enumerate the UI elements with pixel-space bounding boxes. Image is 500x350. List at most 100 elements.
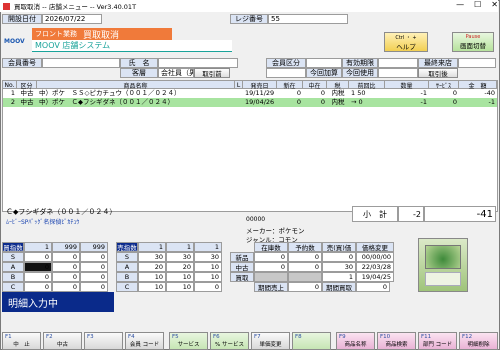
stock-header: 売(買)価 [322, 242, 356, 252]
stock-cell: 0 [288, 252, 322, 262]
item-table: No. 区分 商品名称 L 発売日 新在 中在税前回比 数量 ｻｰﾋﾞｽ金 額 1 中古 中）ポケ … [2, 80, 498, 212]
table-row[interactable]: 2 中古 中）ポケ Ｃ◆フシギダネ（００１／０２４） 19/04/26 0 0 内税 → 0 -… [3, 98, 497, 107]
fkey-number: F8 [295, 334, 302, 340]
help-hint: Ctrl ・ + [395, 34, 417, 41]
fkey-f12[interactable]: F12 明細削除 [459, 332, 498, 350]
rank-cell: S [2, 252, 24, 262]
rank-cell: A [116, 262, 138, 272]
table-cell: 中）ポケ ＳＳ◇ピカチュウ（００１／０２４） [39, 89, 181, 97]
rank-header-cell: 買指数 [2, 242, 24, 252]
window-title: 買取取消 -- 店舗メニュー -- Ver3.40.01T [14, 3, 137, 11]
date-value: 2026/07/22 [42, 14, 102, 24]
rank-cell: 10 [138, 272, 166, 282]
stock-cell: 00/00/00 [356, 252, 394, 262]
help-button[interactable]: Ctrl ・ + ヘルプ [384, 32, 428, 52]
table-cell: -1 [420, 98, 427, 106]
rank-cell: 10 [166, 272, 194, 282]
rank-cell: 0 [24, 282, 52, 292]
fkey-label: 明細削除 [467, 342, 490, 348]
pre-transaction-button[interactable]: 取引前 [194, 68, 230, 78]
fkey-label: 中古 [56, 342, 68, 348]
rank-cell: 10 [194, 262, 222, 272]
member-no-field[interactable] [42, 58, 120, 68]
table-cell: 0 [320, 89, 325, 97]
rank-header-cell: 1 [194, 242, 222, 252]
rank-header-cell: 1 [24, 242, 52, 252]
column-header: 税 [327, 81, 349, 89]
detail-product-name: Ｃ◆フシギダネ（００１／０２４） [6, 208, 117, 216]
date-label: 開設日付 [2, 14, 42, 24]
rank-cell: 10 [138, 282, 166, 292]
subtotal-qty: -2 [398, 206, 424, 222]
rank-cell: 0 [80, 252, 108, 262]
rank-cell: C [2, 282, 24, 292]
minimize-icon[interactable]: — [456, 0, 464, 9]
stock-header: 予約数 [288, 242, 322, 252]
rank-header-cell: 1 [138, 242, 166, 252]
column-header: 前回比 [349, 81, 385, 89]
fkey-f6[interactable]: F6% サービス [210, 332, 249, 350]
added-points-value [266, 68, 306, 78]
fkey-f7[interactable]: F7 単価変更 [251, 332, 290, 350]
rank-cell: 10 [194, 272, 222, 282]
fkey-f10[interactable]: F10 商品検索 [377, 332, 416, 350]
stock-cell: 30 [322, 262, 356, 272]
fkey-f3[interactable]: F3 [84, 332, 123, 350]
close-icon[interactable]: ✕ [491, 0, 498, 9]
header-banner: フロント業務 買取取消 [32, 28, 172, 41]
table-cell: 0 [452, 89, 457, 97]
detail-code: 00000 [246, 216, 266, 223]
table-cell: 内税 [331, 98, 345, 106]
table-cell: 2 [10, 98, 15, 106]
rank-cell: 10 [166, 282, 194, 292]
fkey-f5[interactable]: F5 サービス [169, 332, 208, 350]
table-cell: -40 [484, 89, 495, 97]
column-header: 新在 [277, 81, 303, 89]
fkey-f4[interactable]: F4 会員 コード [125, 332, 164, 350]
rank-cell: 0 [194, 282, 222, 292]
fkey-label: % サービス [215, 342, 244, 348]
fkey-label: 単価変更 [259, 342, 282, 348]
table-cell: 0 [296, 98, 301, 106]
post-transaction-button[interactable]: 取引後 [418, 68, 458, 78]
fkey-f2[interactable]: F2 中古 [43, 332, 82, 350]
table-cell: 0 [452, 98, 457, 106]
fkey-f8[interactable]: F8 [292, 332, 331, 350]
expiry-value [378, 58, 418, 68]
table-cell: 中古 [20, 89, 34, 97]
table-cell: 1 [10, 89, 15, 97]
stock-cell [254, 272, 288, 282]
rank-cell: 0 [80, 272, 108, 282]
period-sales-label: 期間売上 [254, 282, 288, 292]
rank-header-cell: 売指数 [116, 242, 138, 252]
fkey-label: 部門 コード [422, 342, 453, 348]
system-name: MOOV 店舗システム [32, 40, 232, 52]
table-cell: → 0 [351, 98, 363, 106]
rank-cell: 0 [24, 272, 52, 282]
column-header: 中在 [303, 81, 327, 89]
rank-cell: 0 [52, 262, 80, 272]
card-art-icon [425, 245, 461, 269]
rank-header-cell: 999 [52, 242, 80, 252]
table-header: No. 区分 商品名称 L 発売日 新在 中在税前回比 数量 ｻｰﾋﾞｽ金 額 [3, 81, 497, 89]
screen-title: 買取取消 [83, 30, 120, 41]
maximize-icon[interactable]: ☐ [474, 0, 481, 9]
fkey-label: 商品検索 [385, 342, 408, 348]
screen-switch-button[interactable]: Pause 画面切替 [452, 32, 494, 52]
fkey-f1[interactable]: F1 中 止 [2, 332, 41, 350]
customer-field[interactable]: 会社員（男 [158, 68, 194, 78]
stock-cell: 0 [322, 252, 356, 262]
period-buy-value: 0 [356, 282, 390, 292]
card-text-box [425, 272, 461, 286]
stock-header: 価格変更 [356, 242, 394, 252]
fkey-f11[interactable]: F11 部門 コード [418, 332, 457, 350]
column-header: 発売日 [243, 81, 277, 89]
store-label: フロント業務 [35, 30, 77, 38]
window-controls: — ☐ ✕ [456, 0, 498, 9]
help-label: ヘルプ [396, 42, 416, 51]
table-row[interactable]: 1 中古 中）ポケ ＳＳ◇ピカチュウ（００１／０２４） 19/11/29 0 0 内税 1 5… [3, 89, 497, 98]
stock-cell: 新品 [230, 252, 254, 262]
fkey-f9[interactable]: F9 商品名称 [336, 332, 375, 350]
stock-cell: 0 [288, 262, 322, 272]
rank-cell: 30 [138, 252, 166, 262]
